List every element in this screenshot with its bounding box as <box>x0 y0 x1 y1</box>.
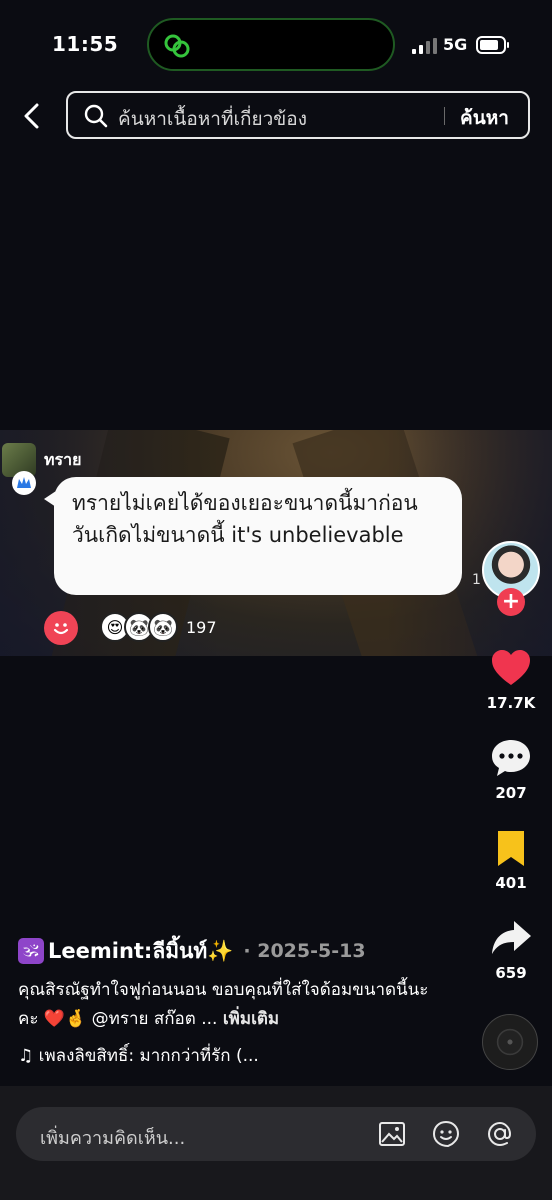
smile-react-button[interactable] <box>44 611 78 645</box>
back-arrow-icon <box>24 103 39 129</box>
bookmark-icon <box>498 831 524 866</box>
post-caption: คุณสิรณัฐทำใจฟูก่อนนอน ขอบคุณที่ใส่ใจด้อ… <box>18 976 448 1034</box>
save-button[interactable]: 401 <box>476 826 546 892</box>
comment-button[interactable]: 207 <box>476 736 546 802</box>
search-input[interactable]: ค้นหาเนื้อหาที่เกี่ยวข้อง <box>118 104 307 134</box>
music-info[interactable]: ♫ เพลงลิขสิทธิ์: มากกว่าที่รัก (... <box>18 1042 259 1069</box>
share-icon <box>492 921 531 954</box>
search-submit-button[interactable]: ค้นหา <box>460 103 509 133</box>
comment-placeholder: เพิ่มความคิดเห็น... <box>40 1128 186 1149</box>
search-divider <box>444 107 445 125</box>
see-more-link[interactable]: เพิ่มเติม <box>223 1009 279 1029</box>
follow-button[interactable]: + <box>497 588 525 616</box>
smile-icon <box>53 623 69 635</box>
save-count: 401 <box>495 874 527 892</box>
search-bar[interactable]: ค้นหาเนื้อหาที่เกี่ยวข้อง ค้นหา <box>66 91 530 139</box>
om-icon: 🕉 <box>18 938 44 964</box>
clipped-text: 1 <box>472 572 481 588</box>
crown-badge-icon <box>12 471 36 495</box>
post-date: · 2025-5-13 <box>243 940 366 962</box>
comment-input[interactable]: เพิ่มความคิดเห็น... <box>16 1107 536 1161</box>
like-button[interactable]: 17.7K <box>476 646 546 712</box>
link-app-icon <box>164 34 190 58</box>
heart-icon <box>492 650 530 685</box>
image-icon[interactable] <box>378 1120 406 1148</box>
commenter-name: ทราย <box>44 450 82 469</box>
signal-icon <box>412 38 437 54</box>
status-bar: 11:55 5G <box>0 0 552 90</box>
status-time: 11:55 <box>52 32 119 56</box>
mention-icon[interactable] <box>486 1120 514 1148</box>
share-count: 659 <box>495 964 527 982</box>
music-disc-icon[interactable] <box>482 1014 538 1070</box>
like-count: 17.7K <box>486 694 536 712</box>
sticker-icon[interactable] <box>432 1120 460 1148</box>
panda-wave-reaction-icon: 🐼 <box>148 612 178 642</box>
reaction-stack[interactable]: 😍 🐼 🐼 <box>100 612 180 642</box>
battery-icon <box>476 36 509 54</box>
author-name[interactable]: Leemint:ลีมิ้นท์✨ <box>48 935 233 968</box>
comment-icon <box>492 740 530 776</box>
back-button[interactable] <box>14 96 50 136</box>
network-type: 5G <box>443 35 468 54</box>
overlay-comment-bubble: ทรายไม่เคยได้ของเยอะขนาดนี้มาก่อน วันเกิ… <box>54 477 462 595</box>
dynamic-island <box>147 18 395 71</box>
comment-count: 207 <box>495 784 527 802</box>
author-line: 🕉 Leemint:ลีมิ้นท์✨ · 2025-5-13 <box>18 936 366 966</box>
share-button[interactable]: 659 <box>476 916 546 982</box>
search-icon <box>84 104 108 128</box>
reaction-count: 197 <box>186 618 217 637</box>
